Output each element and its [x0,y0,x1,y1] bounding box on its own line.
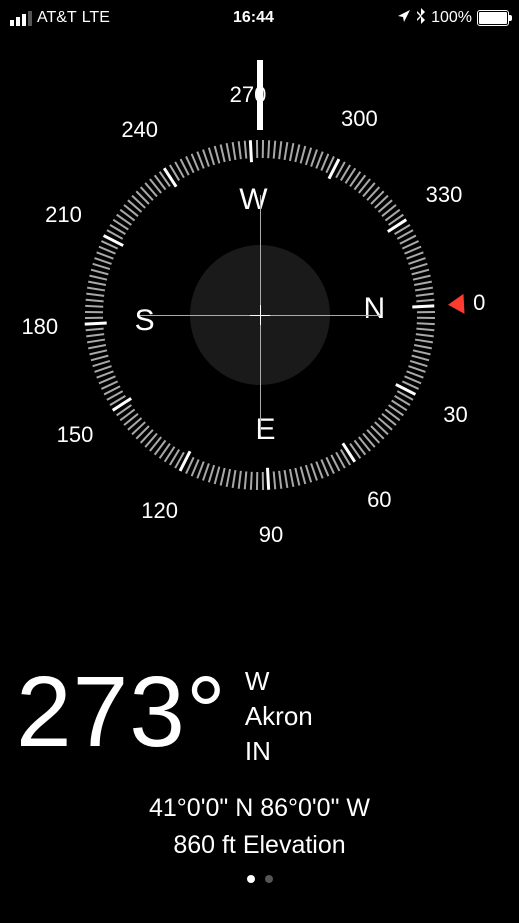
cardinal-S: S [135,304,155,338]
signal-strength-icon [10,11,32,26]
degree-label-30: 30 [443,402,467,428]
page-indicator[interactable] [16,875,503,883]
degree-label-180: 180 [21,314,58,340]
status-bar: AT&T LTE 16:44 100% [0,0,519,32]
clock: 16:44 [233,9,274,27]
battery-icon [477,10,509,26]
degree-label-240: 240 [121,117,158,143]
compass-dial[interactable]: 0 30 60 90 120 150 180 210 240 270 300 330 N E S W [15,70,505,560]
heading-degrees: 273° [16,662,227,762]
heading-row: 273° W Akron IN [16,656,503,769]
bluetooth-icon [416,8,426,29]
location-city: Akron [245,699,313,734]
battery-percent: 100% [431,9,472,27]
degree-label-330: 330 [426,182,463,208]
status-right: 100% [397,8,509,29]
carrier-label: AT&T [37,9,77,27]
heading-side-info: W Akron IN [245,664,313,769]
degree-label-150: 150 [57,422,94,448]
cardinal-E: E [256,413,276,447]
coordinates-label: 41°0'0" N 86°0'0" W [16,794,503,823]
crosshair-center-v [260,305,261,325]
page-dot-1[interactable] [247,875,255,883]
compass-area: 0 30 60 90 120 150 180 210 240 270 300 330 N E S W [0,70,519,560]
cardinal-W: W [239,183,267,217]
location-state: IN [245,734,313,769]
degree-label-210: 210 [45,202,82,228]
degree-label-90: 90 [259,522,283,548]
degree-label-120: 120 [141,498,178,524]
cardinal-N: N [363,292,385,326]
heading-direction: W [245,664,313,699]
degree-label-0: 0 [473,290,485,316]
page-dot-2[interactable] [265,875,273,883]
degree-label-270: 270 [230,82,267,108]
location-services-icon [397,9,411,28]
degree-label-60: 60 [367,487,391,513]
elevation-label: 860 ft Elevation [16,831,503,860]
degree-label-300: 300 [341,106,378,132]
readout-panel: 273° W Akron IN 41°0'0" N 86°0'0" W 860 … [16,656,503,883]
status-left: AT&T LTE [10,9,110,27]
network-label: LTE [82,9,110,27]
